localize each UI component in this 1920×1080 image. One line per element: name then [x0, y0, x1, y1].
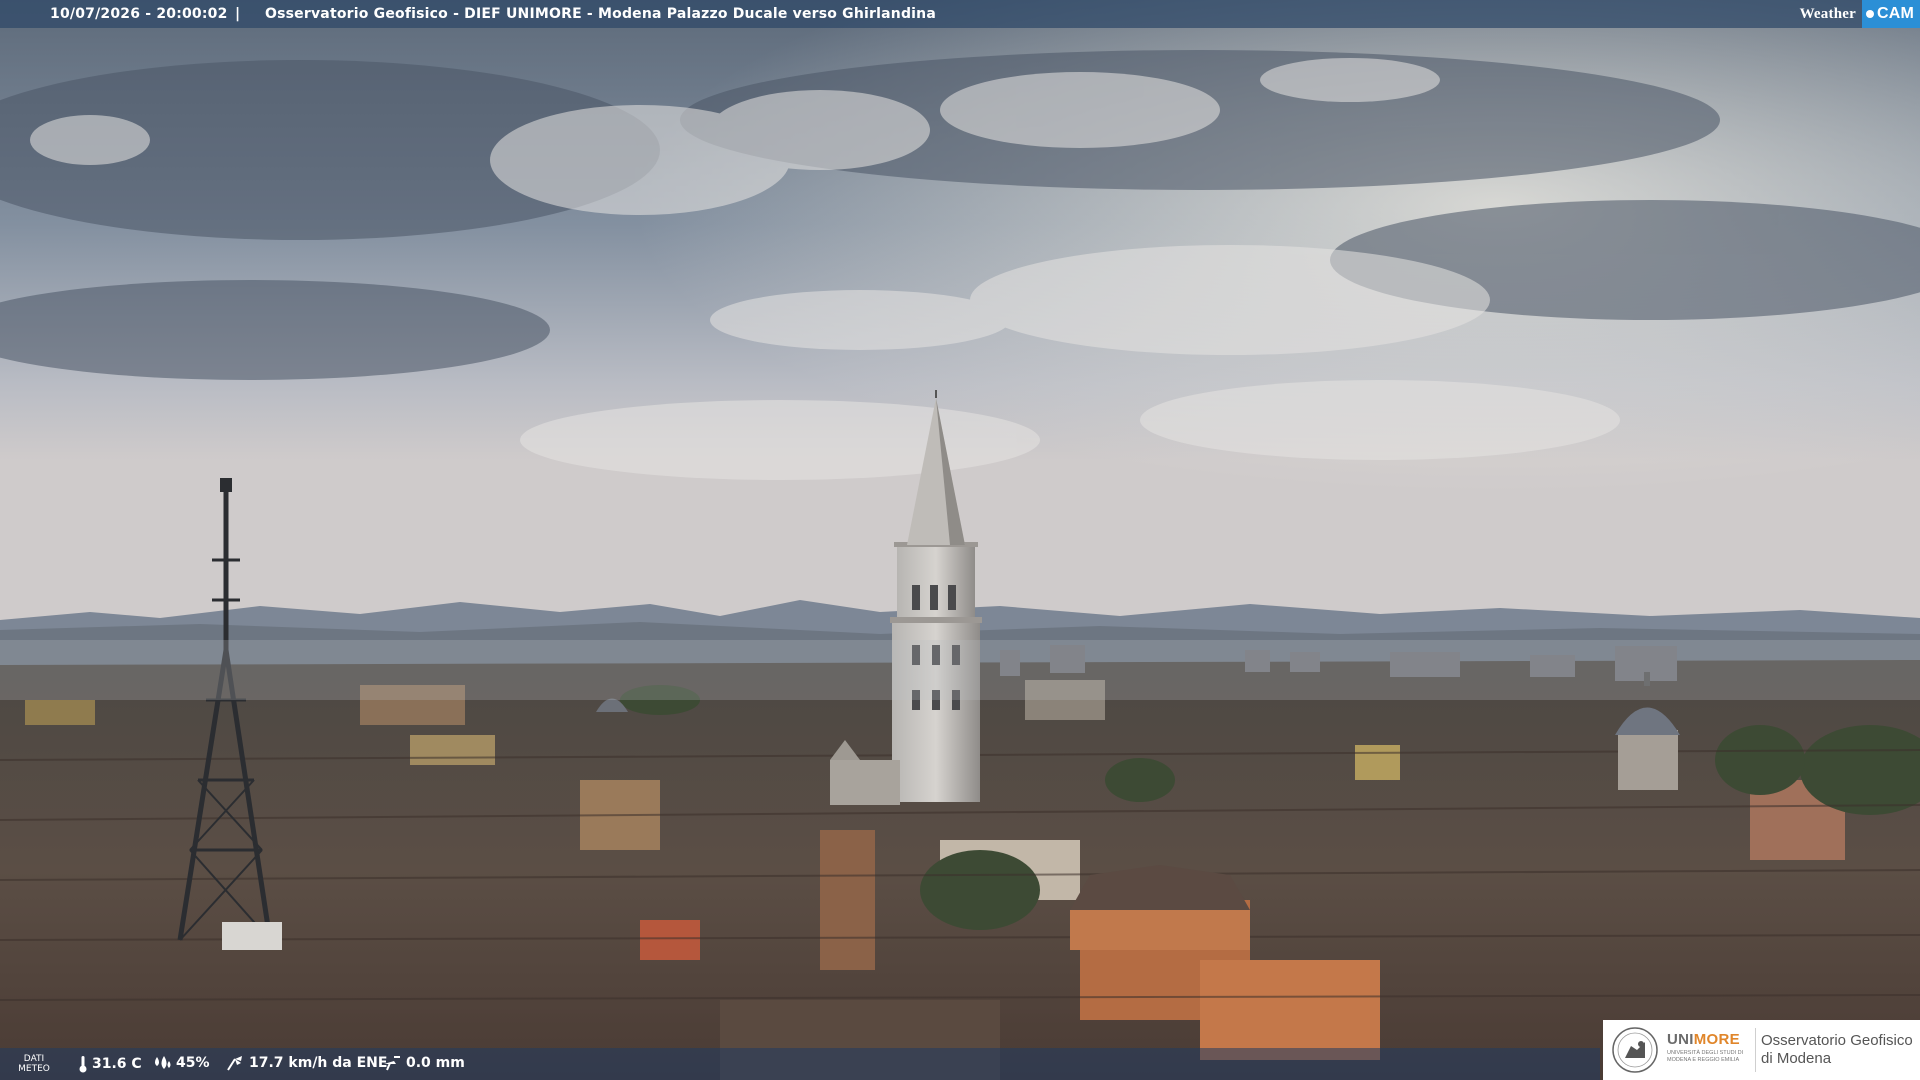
timestamp: 10/07/2026 - 20:00:02	[50, 6, 228, 22]
caption-bar: 10/07/2026 - 20:00:02 | Osservatorio Geo…	[0, 0, 1920, 28]
weather-data-bar: DATI METEO 31.6 C 45% 17.7 km/h da ENE 0…	[0, 1048, 1600, 1080]
university-seal-icon	[1612, 1027, 1658, 1073]
temperature-reading: 31.6 C	[78, 1055, 142, 1073]
rain-value: 0.0 mm	[406, 1055, 465, 1071]
webcam-frame: 10/07/2026 - 20:00:02 | Osservatorio Geo…	[0, 0, 1920, 1080]
thermometer-icon	[79, 1056, 87, 1073]
temperature-value: 31.6 C	[92, 1056, 142, 1072]
city-skyline-photo	[0, 0, 1920, 1080]
observatory-name: Osservatorio Geofisico di Modena	[1761, 1032, 1913, 1068]
wind-icon	[227, 1056, 242, 1071]
weathercam-dot-icon	[1865, 10, 1874, 18]
humidity-value: 45%	[176, 1055, 210, 1071]
humidity-reading: 45%	[152, 1055, 210, 1071]
weather-data-label: DATI METEO	[14, 1054, 54, 1074]
antenna-equipment	[222, 922, 282, 950]
weathercam-logo-cam: CAM	[1861, 0, 1920, 28]
caption-separator: |	[235, 6, 241, 22]
antenna-top	[220, 478, 232, 492]
observatory-name-line1: Osservatorio Geofisico	[1761, 1032, 1913, 1049]
weathercam-logo: Weather CAM	[1794, 0, 1920, 28]
weather-data-label-line2: METEO	[18, 1064, 50, 1074]
unimore-wordmark-more: MORE	[1693, 1031, 1740, 1048]
camera-title: Osservatorio Geofisico - DIEF UNIMORE - …	[265, 6, 936, 22]
rain-reading: 0.0 mm	[382, 1055, 465, 1071]
humidity-drop-icon	[155, 1056, 171, 1069]
unimore-subtitle: UNIVERSITÀ DEGLI STUDI DI MODENA E REGGI…	[1667, 1050, 1744, 1063]
unimore-logo-box: UNIMORE UNIVERSITÀ DEGLI STUDI DI MODENA…	[1603, 1020, 1920, 1080]
rain-gauge-icon	[384, 1056, 400, 1071]
octagonal-building	[1070, 865, 1250, 950]
weathercam-logo-cam-text: CAM	[1876, 5, 1914, 22]
logo-divider	[1755, 1028, 1756, 1072]
weather-data-label-line1: DATI	[23, 1054, 45, 1064]
observatory-name-line2: di Modena	[1761, 1050, 1832, 1067]
unimore-wordmark-uni: UNI	[1667, 1031, 1694, 1048]
unimore-wordmark: UNIMORE	[1667, 1031, 1740, 1048]
wind-reading: 17.7 km/h da ENE	[225, 1055, 387, 1071]
wind-value: 17.7 km/h da ENE	[249, 1055, 388, 1071]
weathercam-logo-weather: Weather	[1799, 5, 1856, 22]
haze	[0, 640, 1920, 700]
